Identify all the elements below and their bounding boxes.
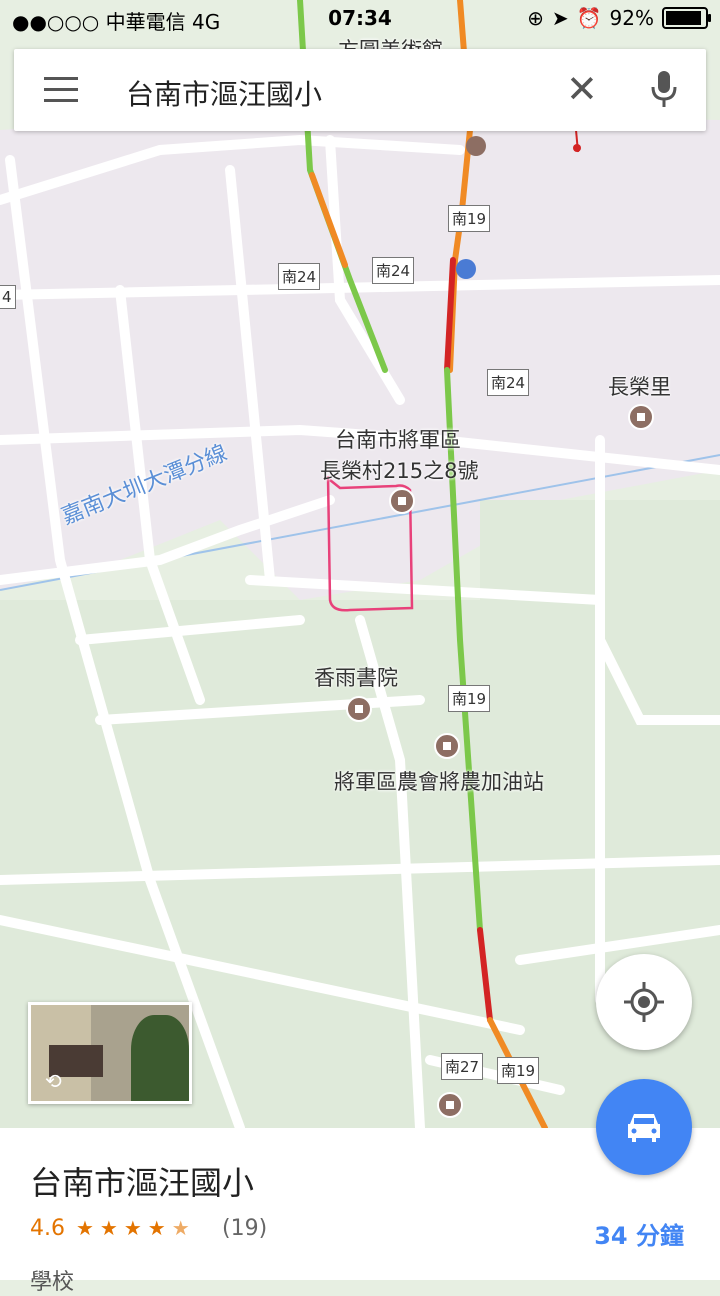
travel-time[interactable]: 34 分鐘 <box>594 1216 684 1251</box>
status-bar: ●●○○○ 中華電信 4G 07:34 ⊕ ➤ ⏰ 92% <box>0 0 720 36</box>
my-location-button[interactable] <box>596 954 692 1050</box>
route-shield-nan24: 南24 <box>487 369 530 396</box>
place-name: 台南市漚汪國小 <box>30 1164 255 1202</box>
route-shield-nan27: 南27 <box>441 1053 484 1080</box>
rating-stars: ★★★★★ <box>76 1216 196 1240</box>
place-rating: 4.6 <box>30 1216 65 1241</box>
rotation-lock-icon: ⊕ <box>527 6 544 30</box>
location-arrow-icon: ➤ <box>551 6 569 30</box>
camera-icon <box>466 136 486 156</box>
map-view[interactable]: 方圓美術館 長榮里 台南市將軍區 長榮村215之8號 嘉南大圳大潭分線 香雨書院… <box>0 0 720 1128</box>
route-shield-nan19: 南19 <box>448 205 491 232</box>
alarm-icon: ⏰ <box>576 6 602 30</box>
battery-icon <box>662 7 711 29</box>
route-shield-nan24: 南24 <box>278 263 321 290</box>
map-label-address-line2[interactable]: 長榮村215之8號 <box>320 455 478 485</box>
route-shield-edge: 4 <box>0 285 16 309</box>
route-shield-nan19: 南19 <box>448 685 491 712</box>
map-label-academy[interactable]: 香雨書院 <box>314 662 398 692</box>
search-box[interactable]: 台南市漚汪國小 ✕ <box>14 49 706 131</box>
map-label-gas-station[interactable]: 將軍區農會將農加油站 <box>334 766 544 796</box>
route-shield-nan19: 南19 <box>497 1057 540 1084</box>
shopping-icon <box>456 259 476 279</box>
review-count[interactable]: (19) <box>222 1216 267 1241</box>
mic-icon[interactable] <box>650 69 678 113</box>
place-pin-academy[interactable] <box>346 696 372 722</box>
place-pin-bottom[interactable] <box>437 1092 463 1118</box>
car-icon <box>628 1114 660 1142</box>
place-pin-school[interactable] <box>389 488 415 514</box>
my-location-icon <box>624 982 664 1022</box>
close-icon[interactable]: ✕ <box>566 67 598 111</box>
map-label-changrong[interactable]: 長榮里 <box>608 371 671 401</box>
directions-button[interactable] <box>596 1079 692 1175</box>
menu-icon[interactable] <box>44 77 78 103</box>
status-right: ⊕ ➤ ⏰ 92% <box>527 6 711 30</box>
map-label-address-line1[interactable]: 台南市將軍區 <box>335 424 461 454</box>
street-view-rotate-icon: ⟲ <box>45 1069 62 1093</box>
place-category: 學校 <box>30 1270 75 1295</box>
battery-percent: 92% <box>609 6 654 30</box>
place-pin-gas-station[interactable] <box>434 733 460 759</box>
route-shield-nan24: 南24 <box>372 257 415 284</box>
search-query[interactable]: 台南市漚汪國小 <box>126 73 322 113</box>
place-pin-changrong[interactable] <box>628 404 654 430</box>
street-view-thumbnail[interactable]: ⟲ <box>28 1002 192 1104</box>
